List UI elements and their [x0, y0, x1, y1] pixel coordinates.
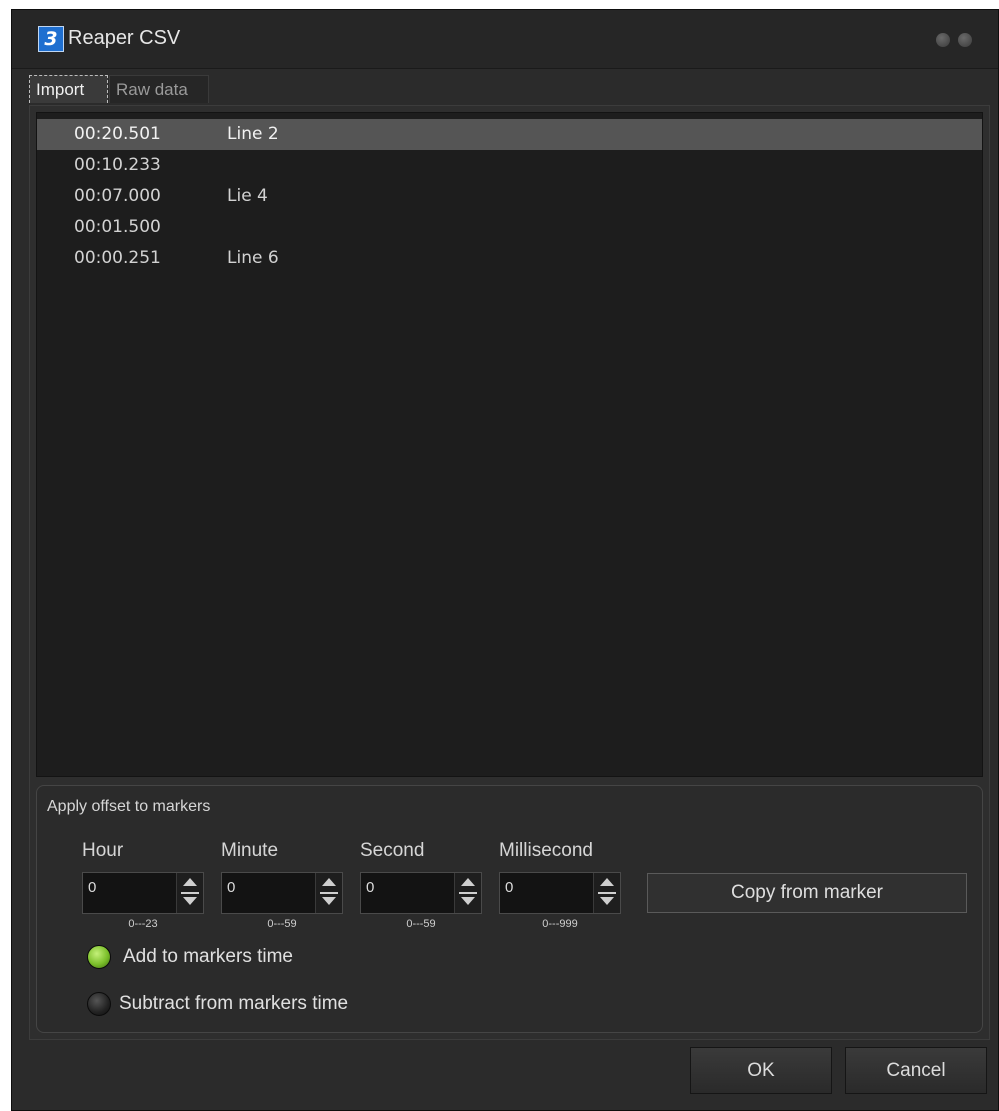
millisecond-stepper[interactable]: 0 — [499, 872, 621, 914]
app-logo-icon: 3 — [38, 26, 64, 52]
ok-button[interactable]: OK — [690, 1047, 832, 1094]
subtract-radio[interactable] — [87, 992, 111, 1016]
second-stepper[interactable]: 0 — [360, 872, 482, 914]
hour-stepper-buttons[interactable] — [176, 873, 203, 913]
offset-group-title: Apply offset to markers — [47, 798, 211, 815]
cancel-button[interactable]: Cancel — [845, 1047, 987, 1094]
import-panel: 00:20.501 Line 2 00:10.233 00:07.000 Lie… — [29, 105, 990, 1040]
divider — [181, 892, 199, 894]
minute-stepper-buttons[interactable] — [315, 873, 342, 913]
minimize-icon[interactable] — [936, 33, 950, 47]
second-range: 0---59 — [406, 918, 436, 930]
dialog-window: 3 Reaper CSV Import Raw data 00:20.501 L… — [11, 9, 999, 1111]
minute-range: 0---59 — [267, 918, 297, 930]
second-label: Second — [360, 840, 425, 861]
increment-icon[interactable] — [183, 878, 197, 886]
millisecond-value[interactable]: 0 — [505, 879, 513, 896]
minute-label: Minute — [221, 840, 279, 861]
hour-label: Hour — [82, 840, 124, 861]
millisecond-label: Millisecond — [499, 840, 593, 861]
offset-group: Apply offset to markers Hour Minute Seco… — [36, 785, 983, 1033]
divider — [459, 892, 477, 894]
marker-row[interactable]: 00:01.500 — [37, 212, 982, 243]
hour-value[interactable]: 0 — [88, 879, 96, 896]
increment-icon[interactable] — [461, 878, 475, 886]
decrement-icon[interactable] — [461, 897, 475, 905]
tab-raw-data[interactable]: Raw data — [109, 75, 209, 103]
close-icon[interactable] — [958, 33, 972, 47]
add-radio[interactable] — [87, 945, 111, 969]
add-radio-label[interactable]: Add to markers time — [123, 946, 293, 968]
marker-row[interactable]: 00:07.000 Lie 4 — [37, 181, 982, 212]
minute-stepper[interactable]: 0 — [221, 872, 343, 914]
divider — [598, 892, 616, 894]
marker-row[interactable]: 00:20.501 Line 2 — [37, 119, 982, 150]
marker-name: Line 6 — [227, 248, 279, 268]
marker-time: 00:10.233 — [74, 155, 161, 175]
divider — [320, 892, 338, 894]
increment-icon[interactable] — [322, 878, 336, 886]
window-title: Reaper CSV — [68, 27, 181, 49]
millisecond-range: 0---999 — [542, 918, 578, 930]
marker-name: Lie 4 — [227, 186, 268, 206]
copy-from-marker-button[interactable]: Copy from marker — [647, 873, 967, 913]
marker-time: 00:01.500 — [74, 217, 161, 237]
marker-time: 00:07.000 — [74, 186, 161, 206]
marker-time: 00:20.501 — [74, 124, 161, 144]
decrement-icon[interactable] — [322, 897, 336, 905]
second-stepper-buttons[interactable] — [454, 873, 481, 913]
title-bar[interactable]: 3 Reaper CSV — [12, 10, 998, 69]
hour-stepper[interactable]: 0 — [82, 872, 204, 914]
tab-import[interactable]: Import — [29, 75, 108, 103]
hour-range: 0---23 — [128, 918, 158, 930]
increment-icon[interactable] — [600, 878, 614, 886]
second-value[interactable]: 0 — [366, 879, 374, 896]
marker-name: Line 2 — [227, 124, 279, 144]
marker-time: 00:00.251 — [74, 248, 161, 268]
marker-row[interactable]: 00:10.233 — [37, 150, 982, 181]
marker-row[interactable]: 00:00.251 Line 6 — [37, 243, 982, 274]
minute-value[interactable]: 0 — [227, 879, 235, 896]
marker-list[interactable]: 00:20.501 Line 2 00:10.233 00:07.000 Lie… — [36, 112, 983, 777]
decrement-icon[interactable] — [600, 897, 614, 905]
millisecond-stepper-buttons[interactable] — [593, 873, 620, 913]
subtract-radio-label[interactable]: Subtract from markers time — [119, 993, 348, 1015]
decrement-icon[interactable] — [183, 897, 197, 905]
